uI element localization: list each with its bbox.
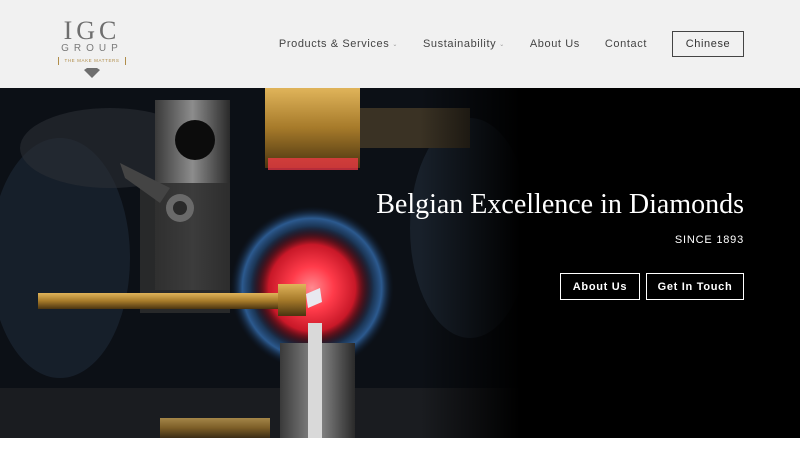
igc-logo[interactable]: IGC GROUP THE MAKE MATTERS xyxy=(56,18,128,80)
main-nav: Products & Services ⌄ Sustainability ⌄ A… xyxy=(279,31,744,57)
nav-item-label: Sustainability xyxy=(422,38,497,50)
chevron-down-icon: ⌄ xyxy=(392,41,398,48)
nav-item-label: Contact xyxy=(604,38,647,50)
about-us-button[interactable]: About Us xyxy=(560,273,640,300)
hero-title: Belgian Excellence in Diamonds xyxy=(376,189,744,220)
hero-banner: Belgian Excellence in Diamonds SINCE 189… xyxy=(0,88,800,438)
language-chinese-button[interactable]: Chinese xyxy=(672,31,744,57)
site-header: IGC GROUP THE MAKE MATTERS Products & Se… xyxy=(0,0,800,88)
hero-subtitle: SINCE 1893 xyxy=(674,234,744,246)
hero-button-group: About Us Get In Touch xyxy=(560,273,744,300)
nav-item-label: Products & Services xyxy=(278,38,390,50)
nav-item-sustainability[interactable]: Sustainability ⌄ xyxy=(423,38,505,50)
nav-item-label: About Us xyxy=(529,38,580,50)
chevron-down-icon: ⌄ xyxy=(499,41,505,48)
nav-item-contact[interactable]: Contact xyxy=(605,38,647,50)
logo-wordmark: IGC xyxy=(63,16,121,45)
get-in-touch-button[interactable]: Get In Touch xyxy=(646,273,744,300)
hero-diamond-machine-image xyxy=(0,88,800,438)
nav-item-products-services[interactable]: Products & Services ⌄ xyxy=(279,38,398,50)
nav-item-about-us[interactable]: About Us xyxy=(530,38,580,50)
page-bottom-strip xyxy=(0,438,800,450)
logo-group-text: GROUP xyxy=(61,43,123,54)
diamond-icon xyxy=(84,68,100,78)
logo-tagline: THE MAKE MATTERS xyxy=(58,57,126,65)
